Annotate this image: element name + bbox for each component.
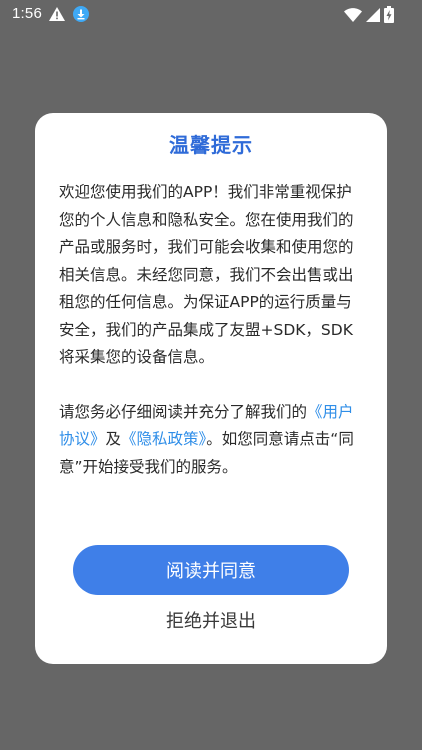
status-time: 1:56 — [12, 5, 42, 22]
and-text: 及 — [105, 430, 122, 448]
status-bar: 1:56 — [0, 0, 422, 30]
privacy-policy-link[interactable]: 《隐私政策》 — [121, 430, 206, 448]
privacy-intro-text: 欢迎您使用我们的APP！我们非常重视保护您的个人信息和隐私安全。您在使用我们的产… — [59, 183, 354, 366]
status-right-icons — [344, 6, 394, 23]
privacy-dialog: 温馨提示 欢迎您使用我们的APP！我们非常重视保护您的个人信息和隐私安全。您在使… — [35, 113, 387, 664]
agreement-prefix-text: 请您务必仔细阅读并充分了解我们的 — [59, 402, 308, 421]
wifi-icon — [344, 7, 362, 22]
download-icon — [73, 6, 89, 22]
dialog-body: 欢迎您使用我们的APP！我们非常重视保护您的个人信息和隐私安全。您在使用我们的产… — [59, 179, 365, 481]
battery-charging-icon — [384, 6, 394, 23]
privacy-agreement-text: 请您务必仔细阅读并充分了解我们的《用户协议》及《隐私政策》。如您同意请点击“同意… — [59, 399, 365, 482]
signal-icon — [366, 7, 380, 22]
agree-button[interactable]: 阅读并同意 — [73, 545, 349, 595]
dialog-title: 温馨提示 — [169, 133, 253, 157]
status-left-icons — [49, 6, 89, 22]
reject-button[interactable]: 拒绝并退出 — [35, 607, 387, 637]
alert-icon — [49, 7, 65, 21]
